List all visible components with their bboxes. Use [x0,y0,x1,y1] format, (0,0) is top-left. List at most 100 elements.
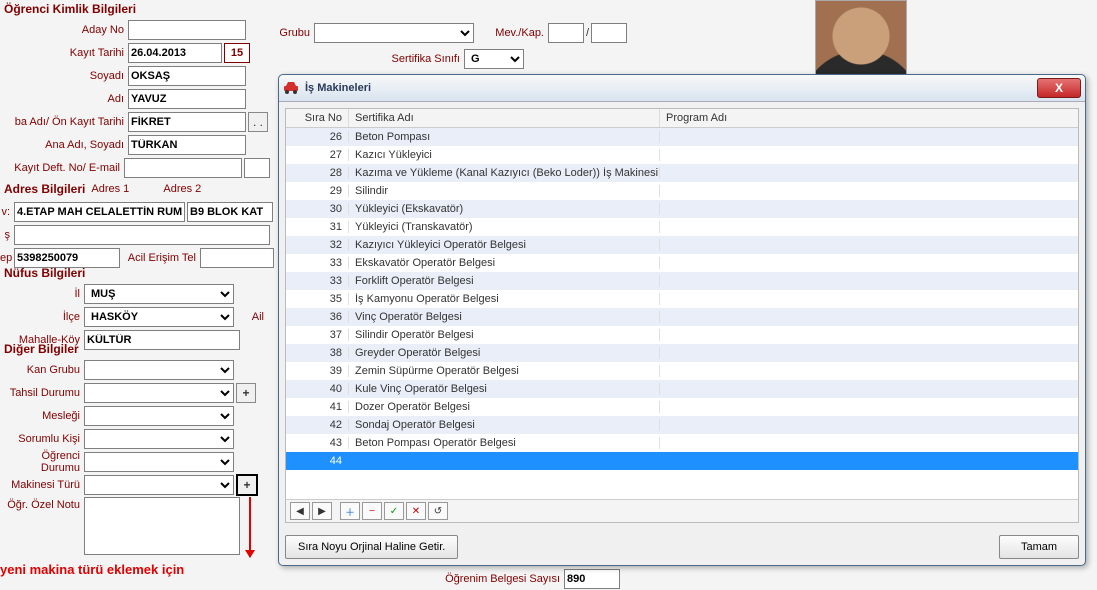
baba-adi-ellipsis-button[interactable]: . . [248,112,268,132]
dialog-close-button[interactable]: X [1037,78,1081,98]
lbl-ilce: İlçe [0,311,84,323]
table-row[interactable]: 38Greyder Operatör Belgesi [286,344,1078,362]
tahsil-select[interactable] [84,383,234,403]
table-row[interactable]: 31Yükleyici (Transkavatör) [286,218,1078,236]
lbl-ev: v: [0,206,14,218]
table-row[interactable]: 44 [286,452,1078,470]
col-sertifika-adi[interactable]: Sertifika Adı [349,109,660,127]
grid-body[interactable]: 26Beton Pompası27Kazıcı Yükleyici28Kazım… [286,128,1078,499]
makine-turu-select[interactable] [84,475,234,495]
nav-delete-button[interactable]: − [362,502,382,520]
section-nufus: Nüfus Bilgileri [0,264,280,282]
cell-sira: 40 [286,383,349,395]
makine-turu-add-button[interactable]: + [236,474,258,496]
table-row[interactable]: 40Kule Vinç Operatör Belgesi [286,380,1078,398]
cell-sertifika: Ekskavatör Operatör Belgesi [349,257,660,269]
table-row[interactable]: 26Beton Pompası [286,128,1078,146]
sertifika-sinifi-select[interactable]: G [464,49,524,69]
cell-sira: 33 [286,257,349,269]
cell-sira: 27 [286,149,349,161]
table-row[interactable]: 32Kazıyıcı Yükleyici Operatör Belgesi [286,236,1078,254]
sorumlu-select[interactable] [84,429,234,449]
adres2-input[interactable] [187,202,273,222]
table-row[interactable]: 30Yükleyici (Ekskavatör) [286,200,1078,218]
table-row[interactable]: 28Kazıma ve Yükleme (Kanal Kazıyıcı (Bek… [286,164,1078,182]
lbl-adres2: Adres 2 [163,183,223,195]
nav-post-button[interactable]: ✓ [384,502,404,520]
cell-sertifika: Dozer Operatör Belgesi [349,401,660,413]
meslegi-select[interactable] [84,406,234,426]
tahsil-add-button[interactable]: + [236,383,256,403]
cell-sira: 36 [286,311,349,323]
adres1-input[interactable] [14,202,185,222]
arrow-indicator [249,497,251,557]
table-row[interactable]: 36Vinç Operatör Belgesi [286,308,1078,326]
kayit-tarihi-input[interactable] [128,43,222,63]
cell-sertifika: Beton Pompası Operatör Belgesi [349,437,660,449]
cell-sira: 31 [286,221,349,233]
grid-navigator: ◀ ▶ ＋ − ✓ ✕ ↺ [286,499,1078,522]
table-row[interactable]: 39Zemin Süpürme Operatör Belgesi [286,362,1078,380]
adi-input[interactable] [128,89,246,109]
ogrenci-durumu-select[interactable] [84,452,234,472]
nav-insert-button[interactable]: ＋ [340,502,360,520]
lbl-mev-kap: Mev./Kap. [474,27,548,39]
tamam-button[interactable]: Tamam [999,535,1079,559]
lbl-kayit-deft: Kayıt Deft. No/ E-mail [0,162,124,174]
cell-sertifika: Kazıma ve Yükleme (Kanal Kazıyıcı (Beko … [349,167,660,179]
lbl-ail: Ail [234,311,268,323]
baba-adi-input[interactable] [128,112,246,132]
cell-sertifika: Beton Pompası [349,131,660,143]
cell-sertifika: Zemin Süpürme Operatör Belgesi [349,365,660,377]
cell-sertifika: Sondaj Operatör Belgesi [349,419,660,431]
table-row[interactable]: 29Silindir [286,182,1078,200]
col-program-adi[interactable]: Program Adı [660,109,1078,127]
table-row[interactable]: 37Silindir Operatör Belgesi [286,326,1078,344]
cell-sira: 33 [286,275,349,287]
lbl-is: ş [0,229,14,241]
lbl-sorumlu: Sorumlu Kişi [0,433,84,445]
soyadi-input[interactable] [128,66,246,86]
table-row[interactable]: 43Beton Pompası Operatör Belgesi [286,434,1078,452]
ogrenim-belgesi-input[interactable] [564,569,620,589]
col-sira-no[interactable]: Sıra No [286,109,349,127]
table-row[interactable]: 41Dozer Operatör Belgesi [286,398,1078,416]
lbl-adi: Adı [0,93,128,105]
aday-no-input[interactable] [128,20,246,40]
grubu-select[interactable] [314,23,474,43]
ozel-notu-textarea[interactable] [84,497,240,555]
table-row[interactable]: 33Ekskavatör Operatör Belgesi [286,254,1078,272]
nav-cancel-button[interactable]: ✕ [406,502,426,520]
sira-no-reset-button[interactable]: Sıra Noyu Orjinal Haline Getir. [285,535,458,559]
nav-last-button[interactable]: ▶ [312,502,332,520]
lbl-cep: ep [0,252,14,264]
cell-sira: 28 [286,167,349,179]
table-row[interactable]: 33Forklift Operatör Belgesi [286,272,1078,290]
kayit-tarihi-suffix[interactable] [224,43,250,63]
kayit-deft-input[interactable] [124,158,242,178]
il-select[interactable]: MUŞ [84,284,234,304]
ana-adi-input[interactable] [128,135,246,155]
is-tel-input[interactable] [14,225,270,245]
dialog-title: İş Makineleri [305,82,371,94]
lbl-kayit-tarihi: Kayıt Tarihi [0,47,128,59]
email-ext-input[interactable] [244,158,270,178]
section-ogrenci-kimlik: Öğrenci Kimlik Bilgileri [0,0,270,18]
table-row[interactable]: 27Kazıcı Yükleyici [286,146,1078,164]
table-row[interactable]: 35İş Kamyonu Operatör Belgesi [286,290,1078,308]
grid-header: Sıra No Sertifika Adı Program Adı [286,109,1078,128]
dialog-titlebar[interactable]: İş Makineleri X [279,75,1085,102]
section-adres: Adres Bilgileri [0,180,91,198]
kan-select[interactable] [84,360,234,380]
nav-first-button[interactable]: ◀ [290,502,310,520]
section-diger: Diğer Bilgiler [0,340,280,358]
mev-input[interactable] [548,23,584,43]
cell-sertifika: Yükleyici (Ekskavatör) [349,203,660,215]
table-row[interactable]: 42Sondaj Operatör Belgesi [286,416,1078,434]
kap-input[interactable] [591,23,627,43]
lbl-adres1: Adres 1 [91,183,163,195]
nav-refresh-button[interactable]: ↺ [428,502,448,520]
lbl-ogrenci-durumu: Öğrenci Durumu [0,450,84,474]
cell-sira: 29 [286,185,349,197]
ilce-select[interactable]: HASKÖY [84,307,234,327]
